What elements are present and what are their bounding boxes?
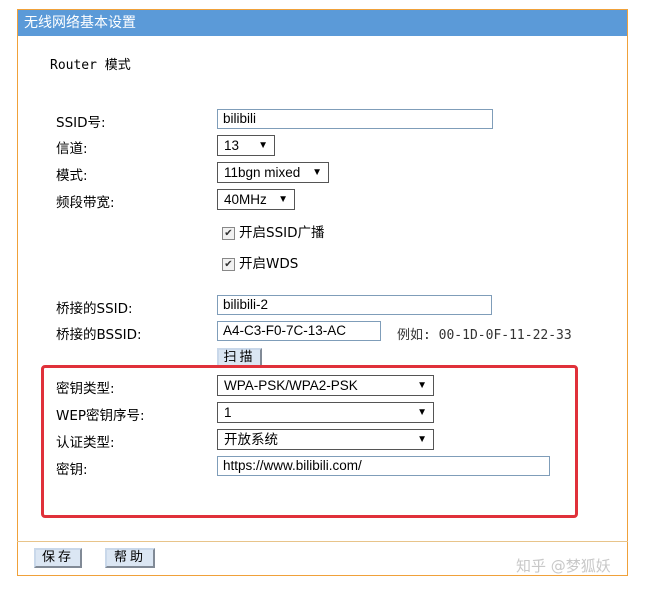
channel-label: 信道:	[56, 141, 88, 157]
chevron-down-icon: ▼	[312, 167, 322, 178]
ssid-input[interactable]: bilibili	[217, 109, 493, 129]
auth-type-select[interactable]: 开放系统 ▼	[217, 429, 434, 450]
chevron-down-icon: ▼	[278, 194, 288, 205]
ssid-label: SSID号:	[56, 115, 106, 131]
footer-divider	[17, 541, 628, 542]
chevron-down-icon: ▼	[417, 380, 427, 391]
bandwidth-label: 频段带宽:	[56, 195, 115, 211]
bssid-example-hint: 例如: 00-1D-0F-11-22-33	[397, 328, 572, 343]
key-type-label: 密钥类型:	[56, 381, 115, 397]
router-mode-label: Router 模式	[50, 58, 131, 73]
channel-select[interactable]: 13 ▼	[217, 135, 275, 156]
key-type-select[interactable]: WPA-PSK/WPA2-PSK ▼	[217, 375, 434, 396]
help-button[interactable]: 帮助	[105, 548, 155, 568]
ssid-broadcast-label: 开启SSID广播	[239, 225, 325, 241]
panel-title: 无线网络基本设置	[18, 10, 627, 36]
bridge-ssid-input[interactable]: bilibili-2	[217, 295, 492, 315]
channel-value: 13	[224, 138, 240, 153]
checkbox-checked-icon: ✔	[222, 257, 235, 271]
save-button[interactable]: 保存	[34, 548, 82, 568]
chevron-down-icon: ▼	[417, 407, 427, 418]
mode-value: 11bgn mixed	[224, 165, 301, 180]
bandwidth-value: 40MHz	[224, 192, 267, 207]
chevron-down-icon: ▼	[417, 434, 427, 445]
auth-type-value: 开放系统	[224, 432, 278, 447]
bridge-bssid-input[interactable]: A4-C3-F0-7C-13-AC	[217, 321, 381, 341]
auth-type-label: 认证类型:	[56, 435, 115, 451]
chevron-down-icon: ▼	[258, 140, 268, 151]
wep-index-value: 1	[224, 405, 232, 420]
watermark: 知乎 @梦狐妖	[516, 557, 611, 575]
key-label: 密钥:	[56, 462, 88, 478]
key-input[interactable]: https://www.bilibili.com/	[217, 456, 550, 476]
mode-select[interactable]: 11bgn mixed ▼	[217, 162, 329, 183]
bridge-bssid-label: 桥接的BSSID:	[56, 327, 142, 343]
bridge-ssid-label: 桥接的SSID:	[56, 301, 133, 317]
checkbox-checked-icon: ✔	[222, 226, 235, 240]
wep-index-label: WEP密钥序号:	[56, 408, 145, 424]
mode-label: 模式:	[56, 168, 88, 184]
bandwidth-select[interactable]: 40MHz ▼	[217, 189, 295, 210]
wep-index-select[interactable]: 1 ▼	[217, 402, 434, 423]
wds-label: 开启WDS	[239, 256, 299, 272]
ssid-broadcast-checkbox[interactable]: ✔ 开启SSID广播	[222, 221, 325, 241]
wds-checkbox[interactable]: ✔ 开启WDS	[222, 252, 298, 272]
key-type-value: WPA-PSK/WPA2-PSK	[224, 378, 358, 393]
